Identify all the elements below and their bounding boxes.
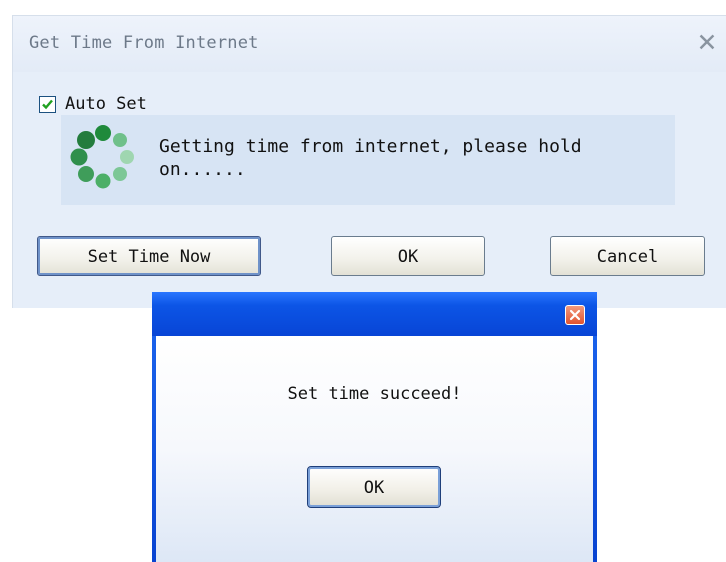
loading-spinner-icon bbox=[70, 125, 134, 189]
progress-overlay: Getting time from internet, please hold … bbox=[61, 115, 675, 205]
progress-message: Getting time from internet, please hold … bbox=[159, 136, 582, 180]
dialog-titlebar[interactable]: Get Time From Internet ✕ bbox=[13, 16, 726, 72]
set-time-now-button[interactable]: Set Time Now bbox=[37, 236, 261, 276]
message-box-body: Set time succeed! OK bbox=[156, 336, 593, 562]
close-icon[interactable] bbox=[565, 305, 585, 325]
auto-set-label: Auto Set bbox=[65, 94, 147, 114]
success-message: Set time succeed! bbox=[287, 384, 462, 404]
success-message-box: Set time succeed! OK bbox=[152, 292, 597, 562]
dialog-title: Get Time From Internet bbox=[29, 33, 259, 53]
message-box-titlebar[interactable] bbox=[152, 292, 597, 336]
ok-button[interactable]: OK bbox=[331, 236, 485, 276]
cancel-button[interactable]: Cancel bbox=[550, 236, 705, 276]
close-icon[interactable]: ✕ bbox=[695, 28, 719, 58]
auto-set-checkbox[interactable] bbox=[39, 96, 56, 113]
get-time-dialog: Get Time From Internet ✕ Auto Set Gettin… bbox=[12, 15, 726, 308]
message-ok-button[interactable]: OK bbox=[307, 466, 441, 508]
